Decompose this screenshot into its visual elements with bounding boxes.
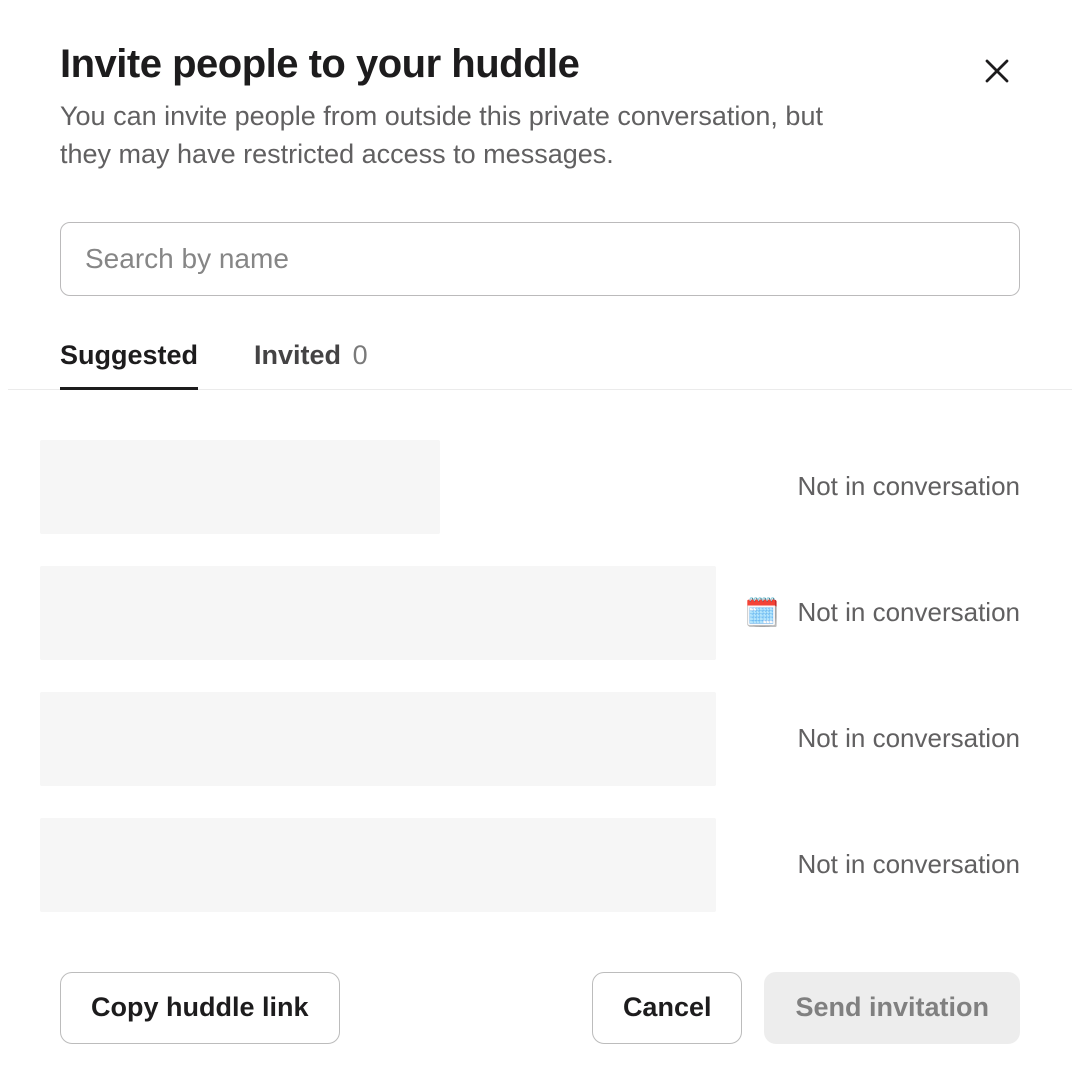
user-placeholder: [40, 692, 716, 786]
invite-modal: Invite people to your huddle You can inv…: [0, 0, 1080, 1084]
suggested-row[interactable]: Not in conversation: [40, 692, 1020, 786]
modal-footer: Copy huddle link Cancel Send invitation: [60, 968, 1020, 1044]
tab-suggested[interactable]: Suggested: [60, 336, 198, 389]
modal-header: Invite people to your huddle You can inv…: [60, 42, 1020, 174]
suggested-list: Not in conversation 🗓️ Not in conversati…: [40, 440, 1020, 912]
row-right: Not in conversation: [779, 723, 1020, 754]
user-placeholder: [40, 566, 716, 660]
status-text: Not in conversation: [797, 849, 1020, 880]
modal-subtitle: You can invite people from outside this …: [60, 97, 880, 174]
header-text: Invite people to your huddle You can inv…: [60, 42, 880, 174]
cancel-button[interactable]: Cancel: [592, 972, 743, 1044]
close-icon: [982, 56, 1012, 86]
user-placeholder: [40, 818, 716, 912]
search-input[interactable]: [60, 222, 1020, 296]
tab-invited-label: Invited: [254, 340, 341, 370]
suggested-row[interactable]: Not in conversation: [40, 440, 1020, 534]
row-right: Not in conversation: [779, 471, 1020, 502]
footer-right: Cancel Send invitation: [592, 972, 1020, 1044]
suggested-row[interactable]: Not in conversation: [40, 818, 1020, 912]
modal-title: Invite people to your huddle: [60, 42, 880, 87]
search-wrap: [60, 222, 1020, 296]
status-text: Not in conversation: [797, 723, 1020, 754]
tab-invited-count: 0: [353, 340, 368, 370]
suggested-row[interactable]: 🗓️ Not in conversation: [40, 566, 1020, 660]
close-button[interactable]: [974, 48, 1020, 94]
send-invitation-button[interactable]: Send invitation: [764, 972, 1020, 1044]
tab-invited[interactable]: Invited 0: [254, 336, 368, 389]
calendar-icon: 🗓️: [745, 599, 780, 627]
user-placeholder: [40, 440, 440, 534]
copy-link-button[interactable]: Copy huddle link: [60, 972, 340, 1044]
row-right: 🗓️ Not in conversation: [745, 597, 1020, 628]
row-right: Not in conversation: [779, 849, 1020, 880]
tab-suggested-label: Suggested: [60, 340, 198, 370]
status-text: Not in conversation: [797, 597, 1020, 628]
tabs: Suggested Invited 0: [8, 336, 1072, 390]
status-text: Not in conversation: [797, 471, 1020, 502]
